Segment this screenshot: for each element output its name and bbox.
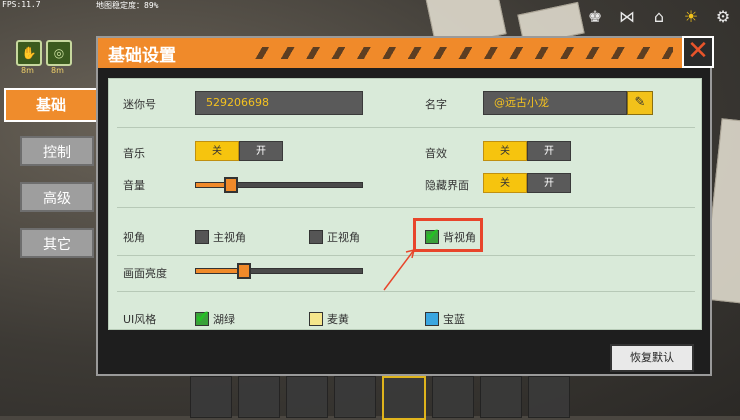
sound-off-option[interactable]: 关 (483, 141, 527, 161)
music-toggle[interactable]: 关 开 (195, 141, 283, 161)
panel-title: 基础设置 (108, 46, 176, 66)
settings-panel: 基础设置 ✕ 迷你号 529206698 名字 @远古小龙 ✎ 音乐 关 开 音… (96, 36, 714, 376)
name-field[interactable]: @远古小龙 (483, 91, 627, 115)
sun-icon: ☀ (683, 7, 699, 26)
brightness-slider[interactable] (195, 263, 363, 279)
volume-slider[interactable] (195, 177, 363, 193)
ui-style-label: UI风格 (123, 313, 157, 326)
map-stability: 地图稳定度：89% (96, 1, 159, 10)
hotbar-slot[interactable] (382, 376, 426, 420)
volume-label: 音量 (123, 179, 145, 192)
hide-ui-off-option[interactable]: 关 (483, 173, 527, 193)
hide-ui-label: 隐藏界面 (425, 179, 469, 192)
view-label: 视角 (123, 231, 145, 244)
hotbar-slot[interactable] (286, 376, 328, 418)
hotbar-slot[interactable] (238, 376, 280, 418)
tab-basic[interactable]: 基础 (4, 88, 98, 122)
buff-time: 8m (21, 66, 34, 75)
gear-icon[interactable]: ⚙ (712, 6, 734, 28)
home-icon[interactable]: ⌂ (648, 6, 670, 28)
music-off-option[interactable]: 关 (195, 141, 239, 161)
view-front-checkbox[interactable] (309, 230, 323, 244)
sound-label: 音效 (425, 147, 447, 160)
close-icon: ✕ (687, 36, 709, 66)
fps-counter: FPS:11.7 (2, 0, 41, 9)
style-blue-checkbox[interactable] (425, 312, 439, 326)
share-icon[interactable]: ⋈ (616, 6, 638, 28)
top-toolbar: ♚ ⋈ ⌂ ☀ ⚙ (584, 6, 734, 28)
style-blue-label: 宝蓝 (443, 313, 465, 326)
hide-ui-on-option[interactable]: 开 (527, 173, 571, 193)
brightness-slider-handle[interactable] (237, 263, 251, 279)
hotbar-slot[interactable] (480, 376, 522, 418)
buff-hunger-icon: ✋ (16, 40, 42, 66)
divider (117, 207, 695, 208)
checkmark-icon: ✔ (195, 307, 211, 328)
trophy-icon[interactable]: ♚ (584, 6, 606, 28)
volume-slider-handle[interactable] (224, 177, 238, 193)
name-label: 名字 (425, 98, 447, 111)
mini-id-field: 529206698 (195, 91, 363, 115)
close-button[interactable]: ✕ (682, 36, 714, 68)
tab-other[interactable]: 其它 (20, 228, 94, 258)
hotbar (190, 376, 570, 420)
music-label: 音乐 (123, 147, 145, 160)
sound-on-option[interactable]: 开 (527, 141, 571, 161)
hide-ui-toggle[interactable]: 关 开 (483, 173, 571, 193)
sound-toggle[interactable]: 关 开 (483, 141, 571, 161)
annotation-arrow (383, 248, 416, 291)
style-green-label: 湖绿 (213, 313, 235, 326)
hotbar-slot[interactable] (334, 376, 376, 418)
view-front-label: 正视角 (327, 231, 360, 244)
highlight-box (413, 218, 483, 252)
restore-defaults-button[interactable]: 恢复默认 (610, 344, 694, 372)
edit-name-button[interactable]: ✎ (627, 91, 653, 115)
mini-id-label: 迷你号 (123, 98, 156, 111)
music-on-option[interactable]: 开 (239, 141, 283, 161)
hotbar-slot[interactable] (190, 376, 232, 418)
buff-spiral-icon: ◎ (46, 40, 72, 66)
style-yellow-checkbox[interactable] (309, 312, 323, 326)
tab-control[interactable]: 控制 (20, 136, 94, 166)
hotbar-slot[interactable] (432, 376, 474, 418)
brightness-label: 画面亮度 (123, 267, 167, 280)
style-green-checkbox[interactable]: ✔ (195, 307, 210, 328)
view-first-person-label: 主视角 (213, 231, 246, 244)
divider (117, 127, 695, 128)
pencil-icon: ✎ (634, 95, 646, 110)
panel-title-bar: 基础设置 (98, 38, 710, 68)
buff-time: 8m (51, 66, 64, 75)
view-first-person-checkbox[interactable] (195, 230, 209, 244)
title-stripes (253, 47, 673, 59)
style-yellow-label: 麦黄 (327, 313, 349, 326)
tab-advanced[interactable]: 高级 (20, 182, 94, 212)
hotbar-slot[interactable] (528, 376, 570, 418)
